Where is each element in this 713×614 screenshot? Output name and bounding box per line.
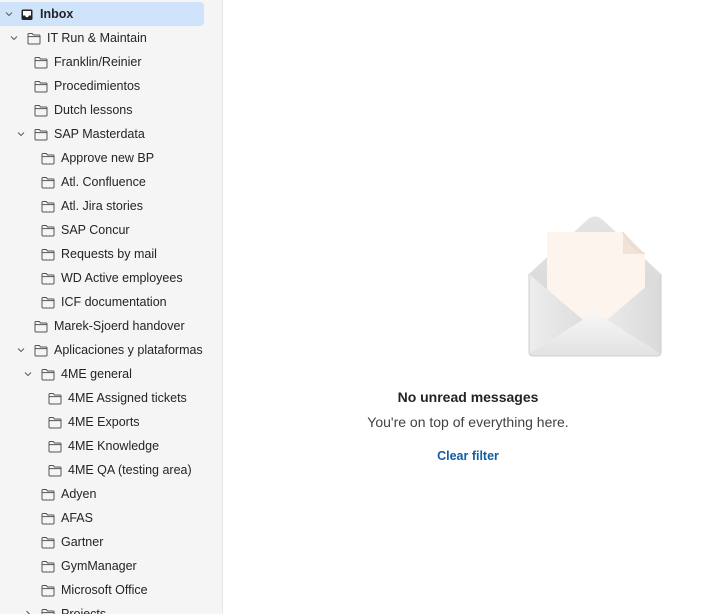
folder-item-procedimientos[interactable]: Procedimientos xyxy=(0,74,222,98)
folder-item-gymmanager[interactable]: GymManager xyxy=(0,554,222,578)
folder-icon xyxy=(41,512,55,525)
folder-label: 4ME Exports xyxy=(68,415,140,429)
folder-item-sap-concur[interactable]: SAP Concur xyxy=(0,218,222,242)
empty-state-subtitle: You're on top of everything here. xyxy=(367,414,569,430)
folder-icon xyxy=(41,368,55,381)
folder-label: 4ME Assigned tickets xyxy=(68,391,187,405)
folder-label: AFAS xyxy=(61,511,93,525)
folder-item-gartner[interactable]: Gartner xyxy=(0,530,222,554)
folder-pane: Inbox IT Run & Maintain Franklin/Reinier Pr… xyxy=(0,0,223,614)
folder-icon xyxy=(34,104,48,117)
folder-label: SAP Concur xyxy=(61,223,130,237)
open-envelope-illustration xyxy=(528,216,662,357)
folder-icon xyxy=(41,224,55,237)
folder-item-dutch-lessons[interactable]: Dutch lessons xyxy=(0,98,222,122)
folder-item-4me-exports[interactable]: 4ME Exports xyxy=(0,410,222,434)
folder-item-atl-confluence[interactable]: Atl. Confluence xyxy=(0,170,222,194)
folder-item-4me-assigned-tickets[interactable]: 4ME Assigned tickets xyxy=(0,386,222,410)
folder-label: Marek-Sjoerd handover xyxy=(54,319,185,333)
chevron-down-icon[interactable] xyxy=(16,345,26,355)
folder-item-wd-active-employees[interactable]: WD Active employees xyxy=(0,266,222,290)
folder-label: IT Run & Maintain xyxy=(47,31,147,45)
chevron-right-icon[interactable] xyxy=(23,609,33,614)
folder-label: Requests by mail xyxy=(61,247,157,261)
folder-label: GymManager xyxy=(61,559,137,573)
folder-label: Franklin/Reinier xyxy=(54,55,142,69)
folder-label: Approve new BP xyxy=(61,151,155,165)
folder-item-microsoft-office[interactable]: Microsoft Office xyxy=(0,578,222,602)
folder-label: Projects xyxy=(61,607,107,614)
folder-item-4me-qa-testing-area[interactable]: 4ME QA (testing area) xyxy=(0,458,222,482)
folder-label: Atl. Confluence xyxy=(61,175,146,189)
folder-icon xyxy=(34,56,48,69)
folder-icon xyxy=(41,152,55,165)
folder-icon xyxy=(41,296,55,309)
folder-item-projects[interactable]: Projects xyxy=(0,602,222,614)
folder-label: Aplicaciones y plataformas xyxy=(54,343,203,357)
folder-icon xyxy=(34,80,48,93)
folder-item-franklin-reinier[interactable]: Franklin/Reinier xyxy=(0,50,222,74)
folder-icon xyxy=(41,560,55,573)
folder-item-marek-sjoerd-handover[interactable]: Marek-Sjoerd handover xyxy=(0,314,222,338)
folder-icon xyxy=(41,248,55,261)
folder-label: WD Active employees xyxy=(61,271,183,285)
folder-icon xyxy=(41,536,55,549)
empty-state-title: No unread messages xyxy=(397,389,539,405)
chevron-down-icon[interactable] xyxy=(9,33,19,43)
folder-item-requests-by-mail[interactable]: Requests by mail xyxy=(0,242,222,266)
folder-icon xyxy=(41,488,55,501)
inbox-icon xyxy=(20,8,34,21)
folder-label: Procedimientos xyxy=(54,79,141,93)
folder-label: Dutch lessons xyxy=(54,103,133,117)
folder-item-adyen[interactable]: Adyen xyxy=(0,482,222,506)
chevron-down-icon[interactable] xyxy=(23,369,33,379)
folder-item-aplicaciones-y-plataformas[interactable]: Aplicaciones y plataformas xyxy=(0,338,222,362)
folder-label: Atl. Jira stories xyxy=(61,199,143,213)
folder-item-4me-general[interactable]: 4ME general xyxy=(0,362,222,386)
folder-icon xyxy=(48,464,62,477)
folder-label: 4ME QA (testing area) xyxy=(68,463,192,477)
folder-item-atl-jira-stories[interactable]: Atl. Jira stories xyxy=(0,194,222,218)
folder-label: 4ME general xyxy=(61,367,132,381)
folder-icon xyxy=(41,176,55,189)
folder-icon xyxy=(41,584,55,597)
folder-icon xyxy=(48,416,62,429)
folder-item-4me-knowledge[interactable]: 4ME Knowledge xyxy=(0,434,222,458)
folder-label: Gartner xyxy=(61,535,104,549)
folder-label: Microsoft Office xyxy=(61,583,148,597)
folder-item-approve-new-bp[interactable]: Approve new BP xyxy=(0,146,222,170)
folder-icon xyxy=(41,608,55,614)
folder-item-icf-documentation[interactable]: ICF documentation xyxy=(0,290,222,314)
folder-label: 4ME Knowledge xyxy=(68,439,160,453)
folder-icon xyxy=(27,32,41,45)
chevron-down-icon[interactable] xyxy=(16,129,26,139)
folder-icon xyxy=(48,440,62,453)
folder-label: ICF documentation xyxy=(61,295,167,309)
folder-icon xyxy=(34,320,48,333)
folder-icon xyxy=(34,344,48,357)
folder-icon xyxy=(41,200,55,213)
message-list-pane: No unread messages You're on top of ever… xyxy=(223,0,713,614)
chevron-down-icon[interactable] xyxy=(4,9,14,19)
folder-icon xyxy=(41,272,55,285)
folder-label: Adyen xyxy=(61,487,97,501)
folder-icon xyxy=(34,128,48,141)
folder-icon xyxy=(48,392,62,405)
folder-item-afas[interactable]: AFAS xyxy=(0,506,222,530)
clear-filter-link[interactable]: Clear filter xyxy=(223,449,713,463)
folder-label: Inbox xyxy=(40,7,74,21)
folder-item-sap-masterdata[interactable]: SAP Masterdata xyxy=(0,122,222,146)
folder-label: SAP Masterdata xyxy=(54,127,145,141)
folder-item-inbox[interactable]: Inbox xyxy=(0,2,204,26)
folder-item-it-run-maintain[interactable]: IT Run & Maintain xyxy=(0,26,222,50)
